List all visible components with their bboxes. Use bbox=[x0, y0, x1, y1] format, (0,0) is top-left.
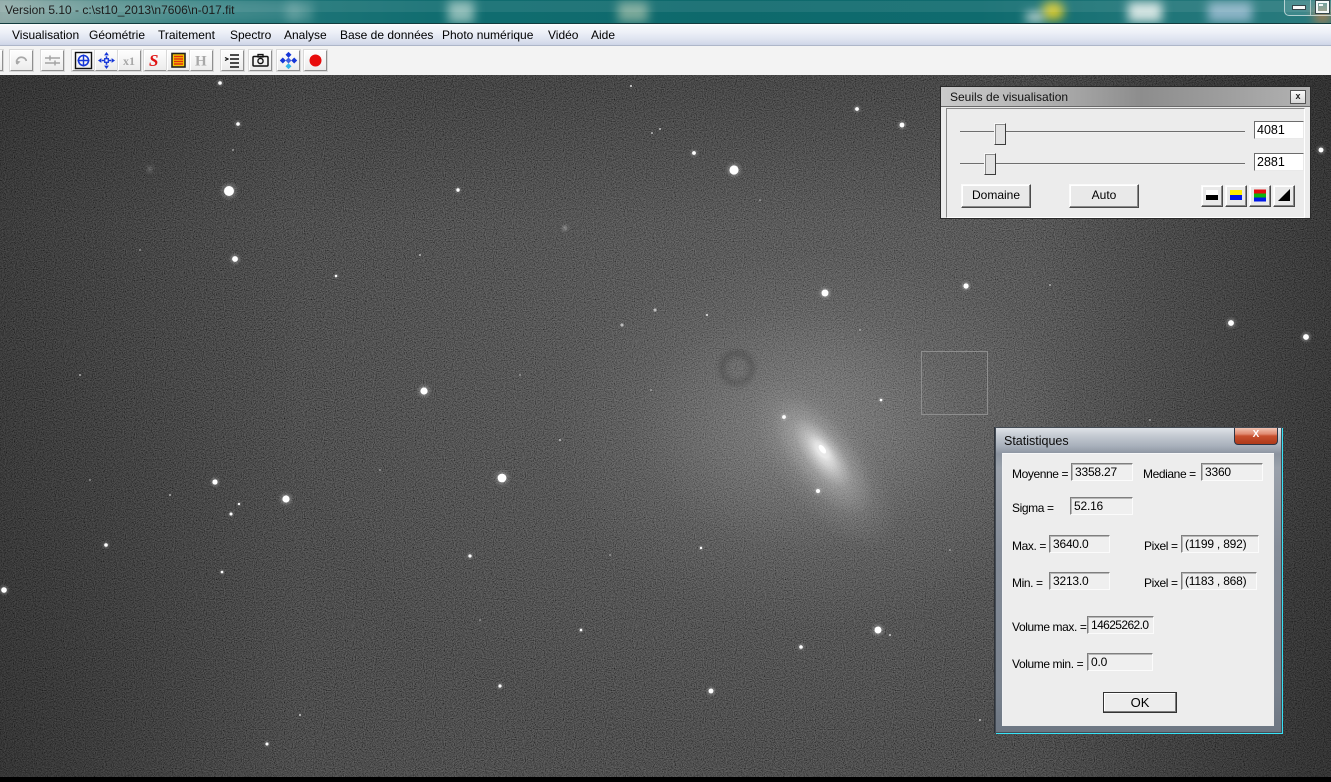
svg-text:x1: x1 bbox=[123, 54, 135, 68]
svg-text:S: S bbox=[149, 51, 158, 70]
svg-text:H: H bbox=[195, 54, 207, 70]
